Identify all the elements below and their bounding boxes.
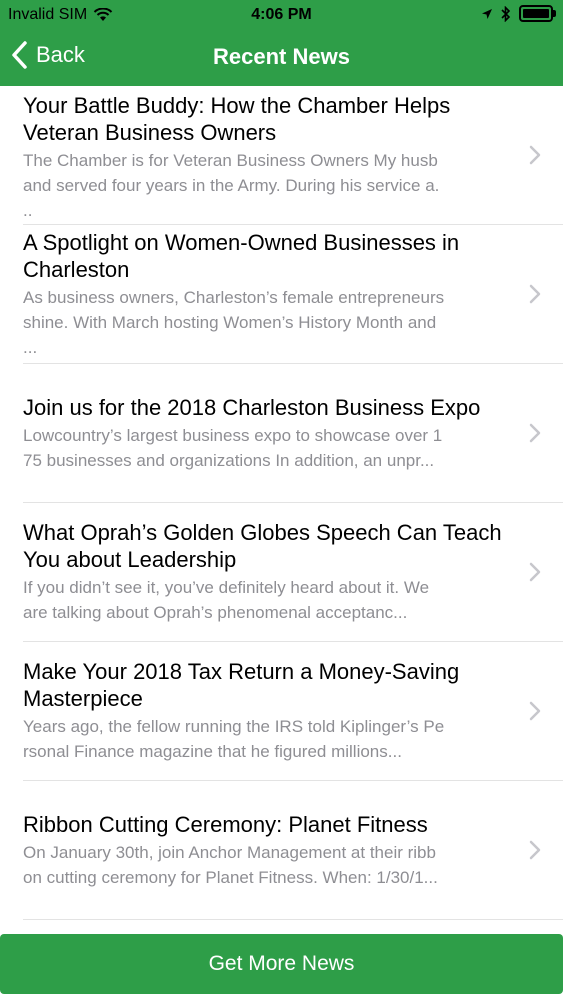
battery-icon <box>519 5 556 22</box>
chevron-right-icon <box>529 840 541 860</box>
status-time: 4:06 PM <box>251 6 312 23</box>
news-list-item[interactable]: A Spotlight on Women-Owned Businesses in… <box>23 225 563 364</box>
news-item-description: Years ago, the fellow running the IRS to… <box>23 717 445 761</box>
bluetooth-icon <box>501 5 511 22</box>
news-item-description: Lowcountry’s largest business expo to sh… <box>23 425 443 470</box>
chevron-right-icon <box>529 423 541 443</box>
news-item-description: As business owners, Charleston’s female … <box>23 287 445 357</box>
status-bar: Invalid SIM 4:06 PM <box>0 0 563 30</box>
news-item-title: Join us for the 2018 Charleston Business… <box>23 394 481 420</box>
news-item-title: A Spotlight on Women-Owned Businesses in… <box>23 229 460 282</box>
page-title: Recent News <box>213 44 350 69</box>
chevron-right-icon <box>529 701 541 721</box>
location-arrow-icon <box>482 8 492 19</box>
chevron-right-icon <box>529 284 541 304</box>
news-item-title: Your Battle Buddy: How the Chamber Helps… <box>23 93 451 145</box>
news-list[interactable]: Your Battle Buddy: How the Chamber Helps… <box>0 86 563 920</box>
news-list-item[interactable]: Join us for the 2018 Charleston Business… <box>23 364 563 503</box>
news-list-item[interactable]: Make Your 2018 Tax Return a Money-Saving… <box>23 642 563 781</box>
chevron-right-icon <box>529 145 541 165</box>
news-item-description: On January 30th, join Anchor Management … <box>23 842 438 887</box>
news-item-title: Make Your 2018 Tax Return a Money-Saving… <box>23 659 460 711</box>
app-header: Invalid SIM 4:06 PM Back Recent News <box>0 0 563 86</box>
news-list-item[interactable]: Your Battle Buddy: How the Chamber Helps… <box>23 86 563 225</box>
news-item-description: The Chamber is for Veteran Business Owne… <box>23 151 440 220</box>
status-right <box>481 5 556 22</box>
news-list-item[interactable]: Ribbon Cutting Ceremony: Planet Fitness … <box>23 781 563 920</box>
news-item-title: Ribbon Cutting Ceremony: Planet Fitness <box>23 811 428 837</box>
news-list-item[interactable]: What Oprah’s Golden Globes Speech Can Te… <box>23 503 563 642</box>
news-item-description: If you didn’t see it, you’ve definitely … <box>23 578 430 622</box>
news-item-title: What Oprah’s Golden Globes Speech Can Te… <box>23 520 502 572</box>
nav-bar: Back Recent News <box>0 30 563 86</box>
get-more-news-button[interactable]: Get More News <box>0 934 563 994</box>
get-more-news-label: Get More News <box>208 952 355 975</box>
chevron-right-icon <box>529 562 541 582</box>
